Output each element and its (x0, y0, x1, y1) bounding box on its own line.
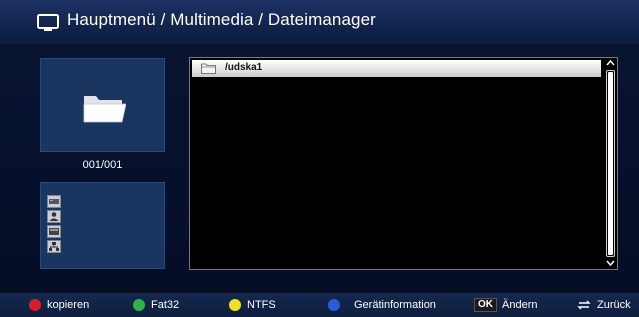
blue-key-icon (328, 299, 340, 311)
yellow-button-label: NTFS (247, 299, 276, 311)
page-title: Hauptmenü / Multimedia / Dateimanager (67, 10, 376, 29)
back-button-hint[interactable]: Zurück (576, 298, 631, 312)
green-button-label: Fat32 (151, 299, 180, 311)
scroll-thumb[interactable] (608, 72, 613, 255)
ok-key-icon: OK (474, 298, 497, 312)
disk-icon[interactable] (47, 225, 61, 238)
file-list: /udska1 (189, 57, 618, 270)
tv-icon (37, 14, 59, 31)
ok-button-hint[interactable]: OK Ändern (474, 298, 537, 312)
green-button-hint[interactable]: Fat32 (133, 298, 179, 312)
title-bar: Hauptmenü / Multimedia / Dateimanager (0, 0, 639, 44)
preview-panel (40, 58, 165, 152)
footer-bar: kopieren Fat32 NTFS Gerätinformation OK … (0, 293, 639, 317)
scrollbar[interactable] (604, 58, 617, 269)
back-icon (577, 300, 591, 310)
back-button-label: Zurück (597, 299, 631, 311)
red-button-label: kopieren (47, 299, 90, 311)
scroll-track[interactable] (606, 70, 615, 257)
file-manager-screen: Hauptmenü / Multimedia / Dateimanager 00… (0, 0, 639, 317)
green-key-icon (133, 299, 145, 311)
device-panel (40, 182, 165, 269)
blue-button-label: Gerätinformation (354, 299, 436, 311)
network-icon[interactable] (47, 240, 61, 253)
file-counter: 001/001 (82, 159, 123, 171)
yellow-button-hint[interactable]: NTFS (229, 298, 276, 312)
list-item-label: /udska1 (225, 62, 263, 73)
folder-icon (201, 63, 216, 74)
drive-icon[interactable] (47, 195, 61, 208)
ok-button-label: Ändern (502, 299, 538, 311)
yellow-key-icon (229, 299, 241, 311)
scroll-up-icon[interactable] (606, 59, 615, 69)
red-key-icon (29, 299, 41, 311)
red-button-hint[interactable]: kopieren (29, 298, 89, 312)
user-icon[interactable] (47, 210, 61, 223)
list-item[interactable]: /udska1 (192, 60, 601, 77)
blue-button-hint[interactable]: Gerätinformation (328, 298, 436, 312)
scroll-down-icon[interactable] (606, 259, 615, 269)
folder-icon (83, 96, 126, 123)
